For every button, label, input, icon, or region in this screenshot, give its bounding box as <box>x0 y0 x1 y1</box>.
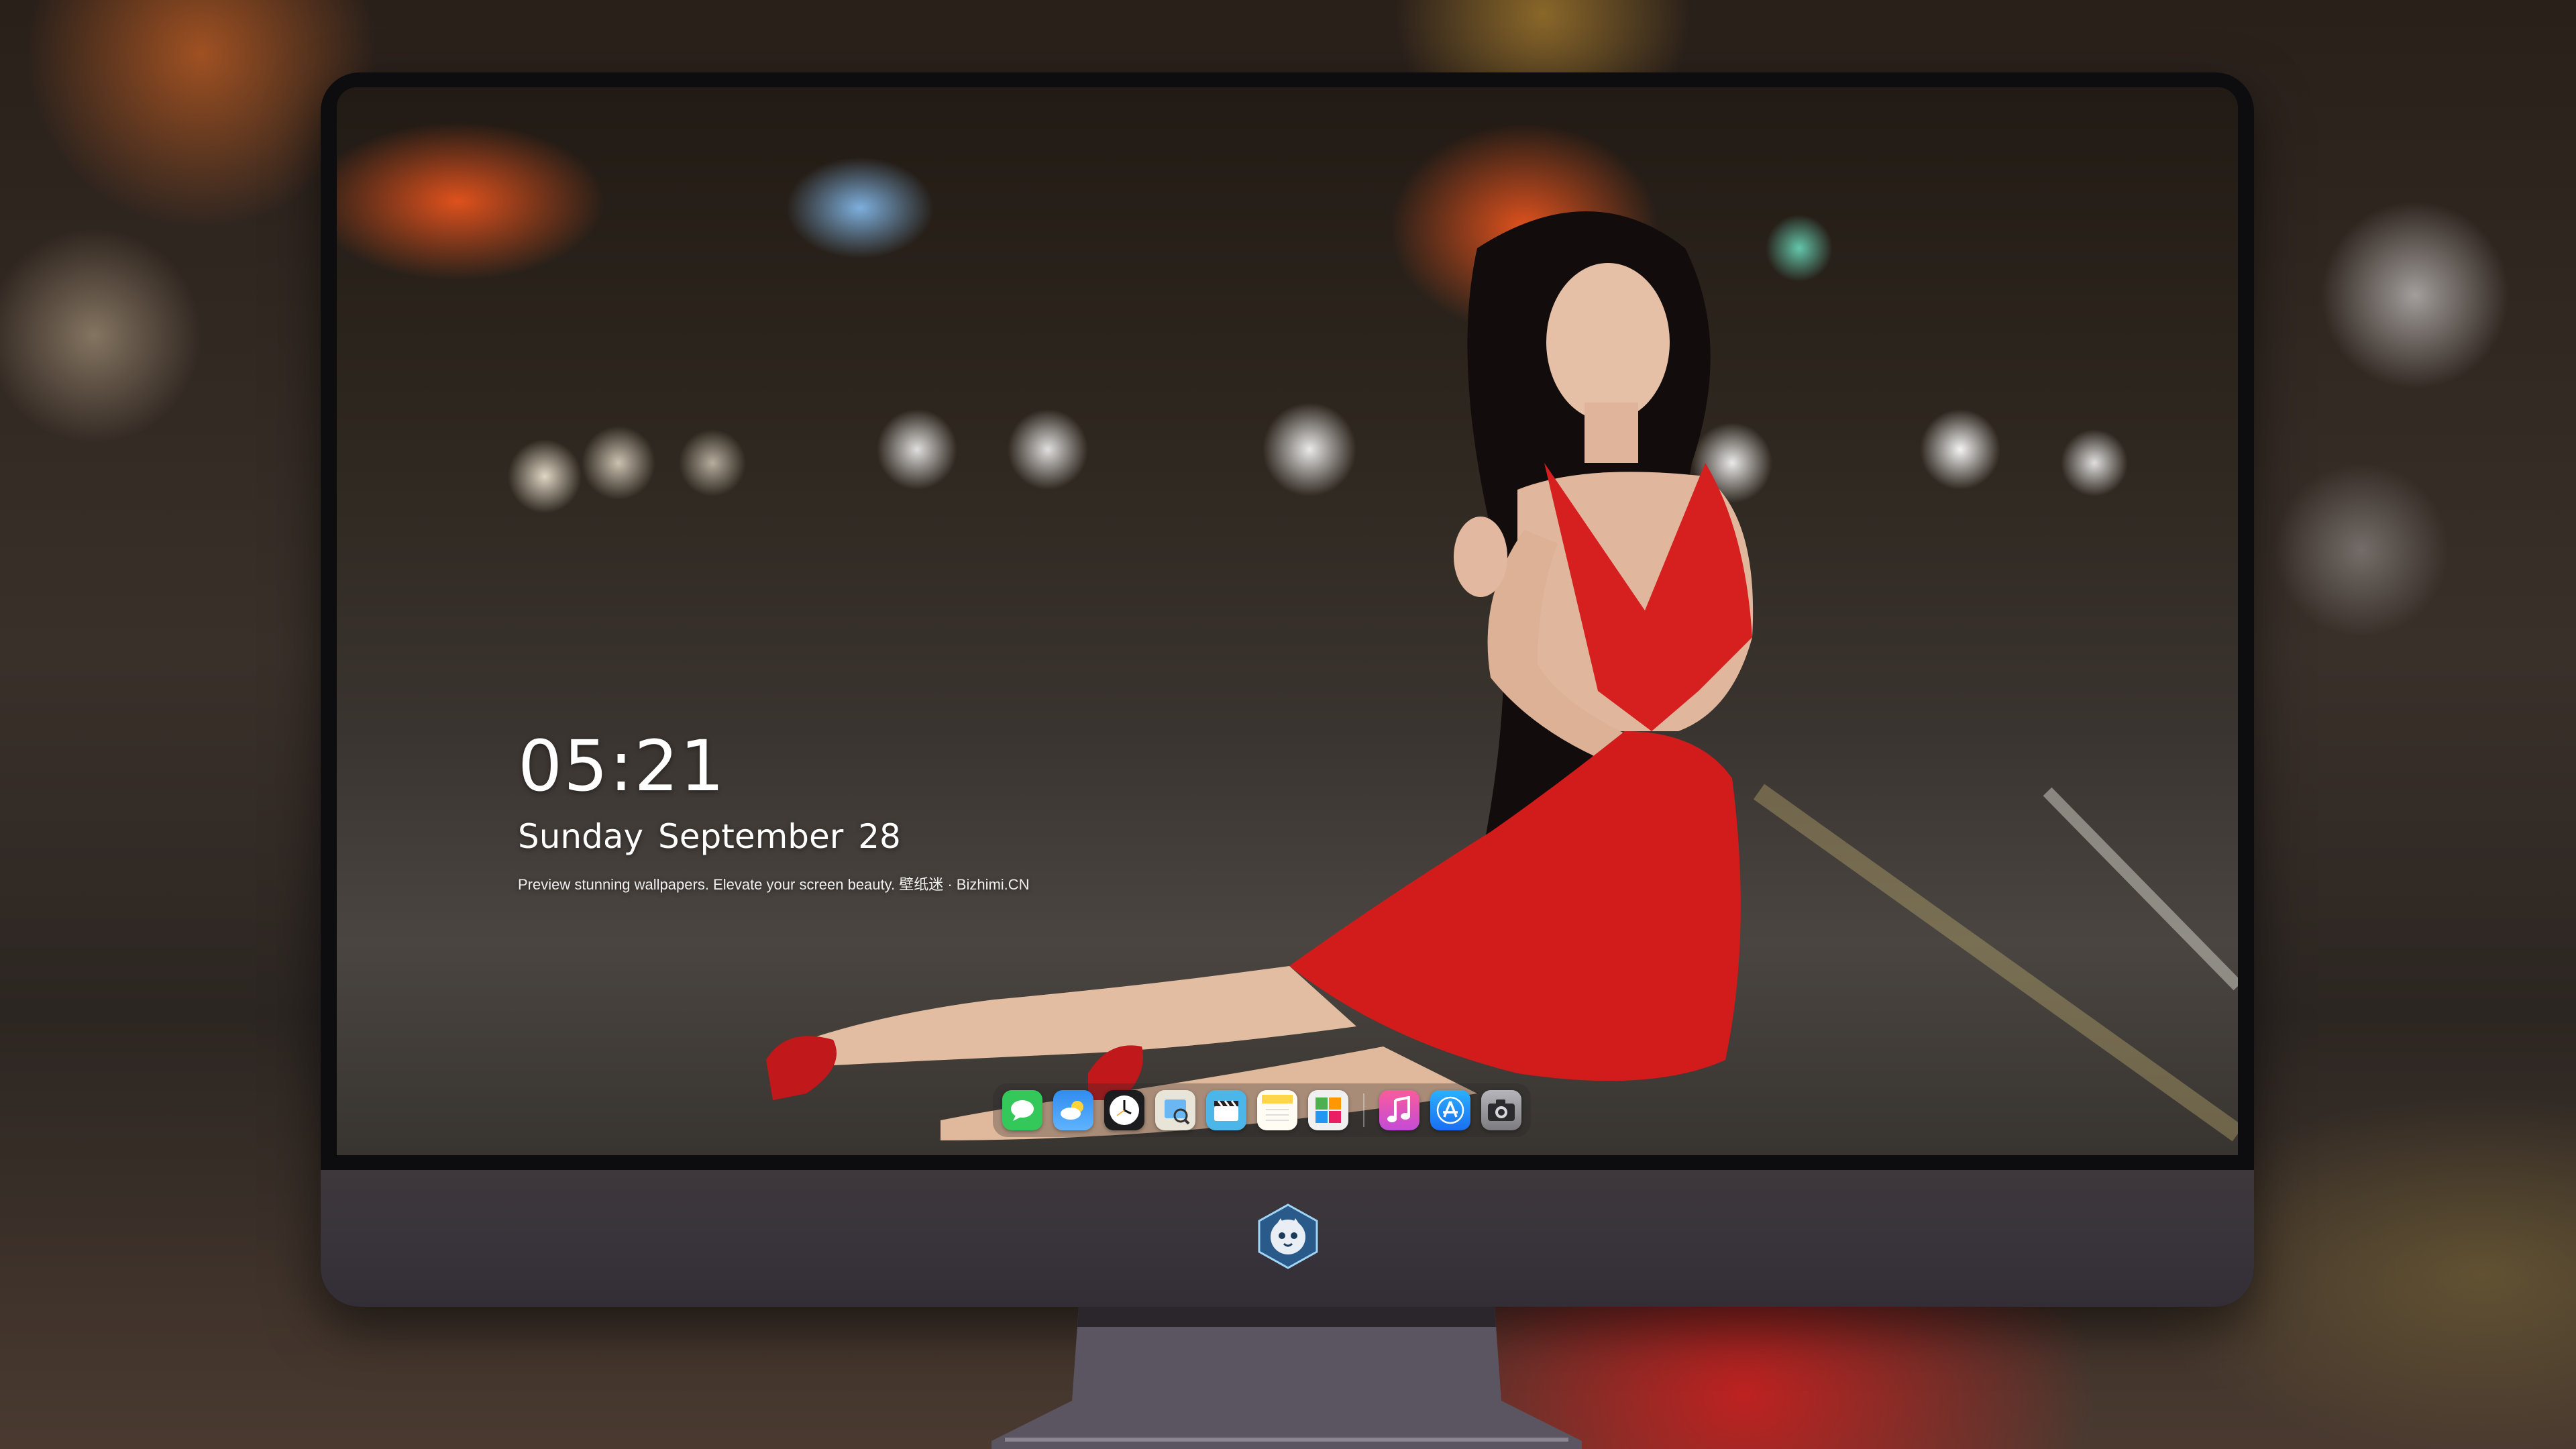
lock-date: Sunday September 28 <box>518 817 901 856</box>
preview-icon[interactable] <box>1155 1090 1195 1130</box>
monitor: 05:21 Sunday September 28 Preview stunni… <box>321 72 2254 1307</box>
weather-icon[interactable] <box>1053 1090 1093 1130</box>
clock-icon[interactable] <box>1104 1090 1144 1130</box>
brand-logo-icon <box>1258 1203 1318 1269</box>
dock <box>993 1083 1531 1137</box>
camera-icon[interactable] <box>1481 1090 1521 1130</box>
app-store-icon[interactable] <box>1430 1090 1470 1130</box>
desktop-background: 05:21 Sunday September 28 Preview stunni… <box>0 0 2576 1449</box>
monitor-stand <box>991 1307 1582 1449</box>
monitor-screen: 05:21 Sunday September 28 Preview stunni… <box>337 87 2238 1155</box>
notes-icon[interactable] <box>1257 1090 1297 1130</box>
wallpaper-caption: Preview stunning wallpapers. Elevate you… <box>518 876 1030 893</box>
lock-clock: 05:21 <box>518 725 726 807</box>
dock-separator <box>1363 1093 1364 1127</box>
messages-icon[interactable] <box>1002 1090 1042 1130</box>
photo-booth-icon[interactable] <box>1308 1090 1348 1130</box>
lock-screen-widget: 05:21 Sunday September 28 Preview stunni… <box>518 731 1030 892</box>
clips-icon[interactable] <box>1206 1090 1246 1130</box>
wallpaper-photo <box>766 211 2238 1142</box>
music-icon[interactable] <box>1379 1090 1419 1130</box>
